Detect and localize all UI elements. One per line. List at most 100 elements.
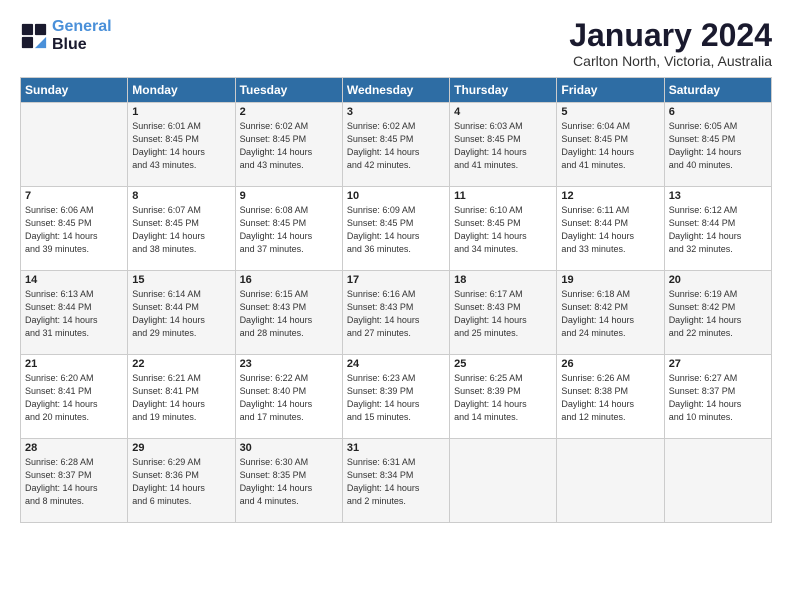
calendar-cell (450, 439, 557, 523)
day-info: Sunrise: 6:18 AM Sunset: 8:42 PM Dayligh… (561, 288, 659, 340)
logo-general: General (52, 18, 112, 35)
day-info: Sunrise: 6:05 AM Sunset: 8:45 PM Dayligh… (669, 120, 767, 172)
day-info: Sunrise: 6:06 AM Sunset: 8:45 PM Dayligh… (25, 204, 123, 256)
day-info: Sunrise: 6:26 AM Sunset: 8:38 PM Dayligh… (561, 372, 659, 424)
day-number: 31 (347, 442, 445, 454)
calendar-cell (664, 439, 771, 523)
day-number: 14 (25, 274, 123, 286)
day-number: 11 (454, 190, 552, 202)
logo-blue: Blue (52, 36, 87, 53)
calendar-week-row: 28Sunrise: 6:28 AM Sunset: 8:37 PM Dayli… (21, 439, 772, 523)
calendar-cell: 21Sunrise: 6:20 AM Sunset: 8:41 PM Dayli… (21, 355, 128, 439)
day-number: 20 (669, 274, 767, 286)
calendar-cell: 19 Sunrise: 6:18 AM Sunset: 8:42 PM Dayli… (557, 271, 664, 355)
day-info: Sunrise: 6:02 AM Sunset: 8:45 PM Dayligh… (240, 120, 338, 172)
day-number: 21 (25, 358, 123, 370)
day-number: 19 (561, 274, 659, 286)
day-info: Sunrise: 6:25 AM Sunset: 8:39 PM Dayligh… (454, 372, 552, 424)
day-number: 30 (240, 442, 338, 454)
calendar-cell: 10Sunrise: 6:09 AM Sunset: 8:45 PM Dayli… (342, 187, 449, 271)
day-info: Sunrise: 6:31 AM Sunset: 8:34 PM Dayligh… (347, 456, 445, 508)
title-block: January 2024 Carlton North, Victoria, Au… (569, 18, 772, 69)
day-number: 16 (240, 274, 338, 286)
calendar-cell: 14 Sunrise: 6:13 AM Sunset: 8:44 PM Dayli… (21, 271, 128, 355)
day-number: 26 (561, 358, 659, 370)
calendar-cell: 23Sunrise: 6:22 AM Sunset: 8:40 PM Dayli… (235, 355, 342, 439)
calendar-cell: 11 Sunrise: 6:10 AM Sunset: 8:45 PM Dayli… (450, 187, 557, 271)
logo-icon (20, 22, 48, 50)
header: General Blue January 2024 Carlton North,… (20, 18, 772, 69)
calendar-cell: 9 Sunrise: 6:08 AM Sunset: 8:45 PM Daylig… (235, 187, 342, 271)
day-info: Sunrise: 6:23 AM Sunset: 8:39 PM Dayligh… (347, 372, 445, 424)
day-info: Sunrise: 6:11 AM Sunset: 8:44 PM Dayligh… (561, 204, 659, 256)
calendar-cell: 13 Sunrise: 6:12 AM Sunset: 8:44 PM Dayli… (664, 187, 771, 271)
calendar-week-row: 1 Sunrise: 6:01 AM Sunset: 8:45 PM Daylig… (21, 103, 772, 187)
calendar-cell: 26 Sunrise: 6:26 AM Sunset: 8:38 PM Dayli… (557, 355, 664, 439)
calendar-cell: 6 Sunrise: 6:05 AM Sunset: 8:45 PM Daylig… (664, 103, 771, 187)
calendar-table: SundayMondayTuesdayWednesdayThursdayFrid… (20, 77, 772, 523)
header-day: Thursday (450, 78, 557, 103)
day-number: 7 (25, 190, 123, 202)
day-number: 13 (669, 190, 767, 202)
calendar-cell: 18 Sunrise: 6:17 AM Sunset: 8:43 PM Dayli… (450, 271, 557, 355)
day-info: Sunrise: 6:07 AM Sunset: 8:45 PM Dayligh… (132, 204, 230, 256)
day-number: 9 (240, 190, 338, 202)
day-info: Sunrise: 6:02 AM Sunset: 8:45 PM Dayligh… (347, 120, 445, 172)
page-container: General Blue January 2024 Carlton North,… (0, 0, 792, 533)
day-info: Sunrise: 6:04 AM Sunset: 8:45 PM Dayligh… (561, 120, 659, 172)
calendar-cell: 24Sunrise: 6:23 AM Sunset: 8:39 PM Dayli… (342, 355, 449, 439)
calendar-cell: 29Sunrise: 6:29 AM Sunset: 8:36 PM Dayli… (128, 439, 235, 523)
day-info: Sunrise: 6:16 AM Sunset: 8:43 PM Dayligh… (347, 288, 445, 340)
month-title: January 2024 (569, 18, 772, 53)
day-number: 27 (669, 358, 767, 370)
day-info: Sunrise: 6:14 AM Sunset: 8:44 PM Dayligh… (132, 288, 230, 340)
calendar-cell: 31 Sunrise: 6:31 AM Sunset: 8:34 PM Dayli… (342, 439, 449, 523)
day-number: 8 (132, 190, 230, 202)
day-info: Sunrise: 6:29 AM Sunset: 8:36 PM Dayligh… (132, 456, 230, 508)
calendar-cell: 5Sunrise: 6:04 AM Sunset: 8:45 PM Daylig… (557, 103, 664, 187)
header-day: Saturday (664, 78, 771, 103)
day-info: Sunrise: 6:10 AM Sunset: 8:45 PM Dayligh… (454, 204, 552, 256)
calendar-cell: 15 Sunrise: 6:14 AM Sunset: 8:44 PM Dayli… (128, 271, 235, 355)
header-day: Friday (557, 78, 664, 103)
day-info: Sunrise: 6:03 AM Sunset: 8:45 PM Dayligh… (454, 120, 552, 172)
calendar-cell (557, 439, 664, 523)
day-info: Sunrise: 6:01 AM Sunset: 8:45 PM Dayligh… (132, 120, 230, 172)
day-info: Sunrise: 6:13 AM Sunset: 8:44 PM Dayligh… (25, 288, 123, 340)
calendar-cell: 4 Sunrise: 6:03 AM Sunset: 8:45 PM Daylig… (450, 103, 557, 187)
day-info: Sunrise: 6:22 AM Sunset: 8:40 PM Dayligh… (240, 372, 338, 424)
calendar-cell: 27Sunrise: 6:27 AM Sunset: 8:37 PM Dayli… (664, 355, 771, 439)
day-number: 1 (132, 106, 230, 118)
header-day: Sunday (21, 78, 128, 103)
location-subtitle: Carlton North, Victoria, Australia (569, 53, 772, 69)
calendar-cell: 3 Sunrise: 6:02 AM Sunset: 8:45 PM Daylig… (342, 103, 449, 187)
calendar-cell: 1 Sunrise: 6:01 AM Sunset: 8:45 PM Daylig… (128, 103, 235, 187)
day-info: Sunrise: 6:30 AM Sunset: 8:35 PM Dayligh… (240, 456, 338, 508)
day-info: Sunrise: 6:08 AM Sunset: 8:45 PM Dayligh… (240, 204, 338, 256)
day-number: 15 (132, 274, 230, 286)
calendar-cell: 28Sunrise: 6:28 AM Sunset: 8:37 PM Dayli… (21, 439, 128, 523)
header-day: Tuesday (235, 78, 342, 103)
header-day: Monday (128, 78, 235, 103)
header-row: SundayMondayTuesdayWednesdayThursdayFrid… (21, 78, 772, 103)
day-number: 6 (669, 106, 767, 118)
day-info: Sunrise: 6:21 AM Sunset: 8:41 PM Dayligh… (132, 372, 230, 424)
calendar-cell: 17 Sunrise: 6:16 AM Sunset: 8:43 PM Dayli… (342, 271, 449, 355)
day-number: 17 (347, 274, 445, 286)
calendar-cell: 7 Sunrise: 6:06 AM Sunset: 8:45 PM Daylig… (21, 187, 128, 271)
calendar-cell: 8 Sunrise: 6:07 AM Sunset: 8:45 PM Daylig… (128, 187, 235, 271)
day-number: 18 (454, 274, 552, 286)
day-info: Sunrise: 6:12 AM Sunset: 8:44 PM Dayligh… (669, 204, 767, 256)
day-number: 12 (561, 190, 659, 202)
calendar-week-row: 7 Sunrise: 6:06 AM Sunset: 8:45 PM Daylig… (21, 187, 772, 271)
calendar-cell: 25Sunrise: 6:25 AM Sunset: 8:39 PM Dayli… (450, 355, 557, 439)
day-number: 10 (347, 190, 445, 202)
calendar-cell (21, 103, 128, 187)
calendar-cell: 12 Sunrise: 6:11 AM Sunset: 8:44 PM Dayli… (557, 187, 664, 271)
header-day: Wednesday (342, 78, 449, 103)
calendar-week-row: 21Sunrise: 6:20 AM Sunset: 8:41 PM Dayli… (21, 355, 772, 439)
day-info: Sunrise: 6:17 AM Sunset: 8:43 PM Dayligh… (454, 288, 552, 340)
day-number: 2 (240, 106, 338, 118)
day-number: 3 (347, 106, 445, 118)
day-number: 4 (454, 106, 552, 118)
